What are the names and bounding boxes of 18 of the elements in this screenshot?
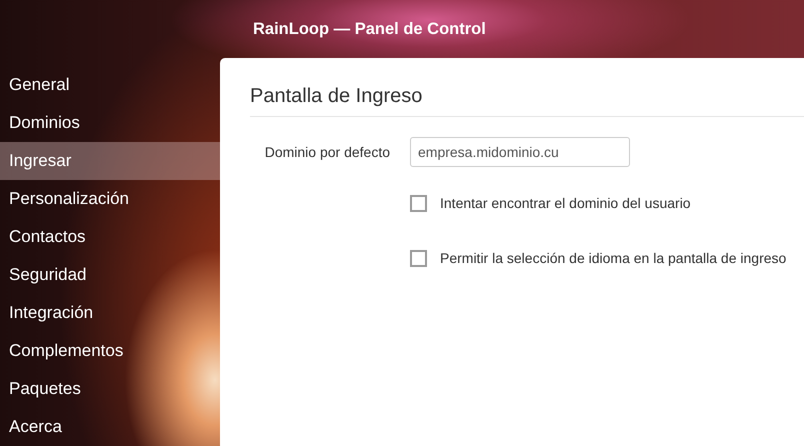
checkbox-label: Intentar encontrar el dominio del usuario (440, 194, 691, 213)
sidebar-item[interactable]: Integración (0, 294, 220, 332)
sidebar-item[interactable]: Acerca (0, 408, 220, 446)
field-label: Dominio por defecto (264, 142, 391, 162)
sidebar-item[interactable]: Paquetes (0, 370, 220, 408)
sidebar-item[interactable]: Seguridad (0, 256, 220, 294)
sidebar-item[interactable]: Personalización (0, 180, 220, 218)
sidebar-item[interactable]: Contactos (0, 218, 220, 256)
panel-title: Pantalla de Ingreso (250, 84, 804, 117)
sidebar-item[interactable]: General (0, 66, 220, 104)
sidebar-item[interactable]: Ingresar (0, 142, 220, 180)
checkbox[interactable] (410, 195, 427, 212)
checkbox[interactable] (410, 250, 427, 267)
checkbox-label: Permitir la selección de idioma en la pantalla de ingreso (440, 249, 786, 268)
sidebar-item[interactable]: Complementos (0, 332, 220, 370)
app-title: RainLoop — Panel de Control (253, 18, 486, 40)
domain-input-field[interactable]: empresa.midominio.cu (410, 137, 630, 167)
sidebar-item[interactable]: Dominios (0, 104, 220, 142)
